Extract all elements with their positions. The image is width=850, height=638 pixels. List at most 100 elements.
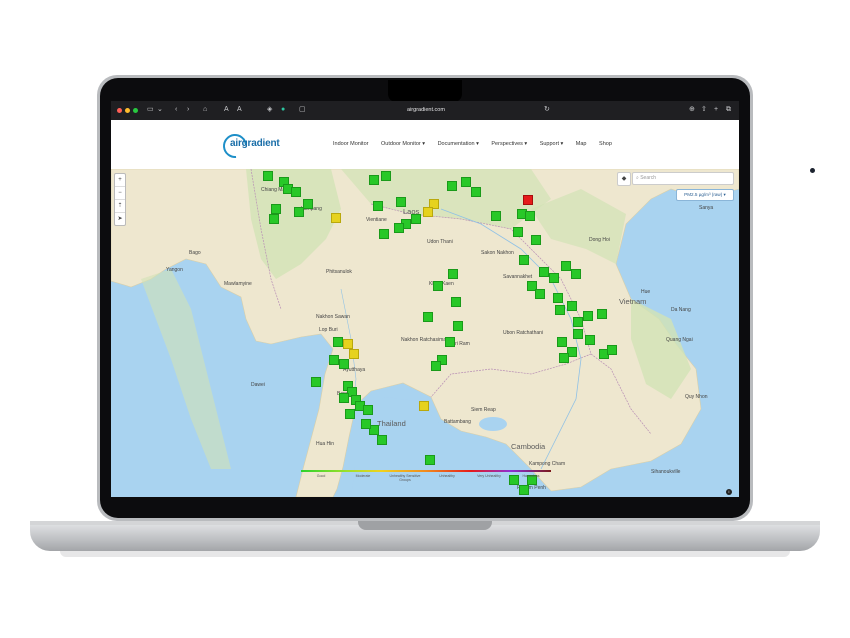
sensor-marker[interactable] <box>339 359 349 369</box>
laptop-screen: ▭ ⌄ ‹ › ⌂ A A ◈ ● ▢ airgradient.com ↻ ⊕ … <box>111 101 739 497</box>
info-icon[interactable]: i <box>726 489 732 495</box>
sensor-marker[interactable] <box>373 201 383 211</box>
address-bar[interactable]: airgradient.com <box>351 105 501 116</box>
sensor-marker[interactable] <box>329 355 339 365</box>
sensor-marker[interactable] <box>461 177 471 187</box>
pollutant-select[interactable]: PM2.5 µg/m³ (raw) ▾ <box>676 189 734 201</box>
download-icon[interactable]: ⊕ <box>689 106 695 114</box>
share-icon[interactable]: ⇧ <box>701 106 707 114</box>
nav-shop[interactable]: Shop <box>599 141 612 147</box>
label-vientiane: Vientiane <box>366 217 387 223</box>
label-phitsanulok: Phitsanulok <box>326 269 352 275</box>
sensor-marker[interactable] <box>381 171 391 181</box>
nav-map[interactable]: Map <box>576 141 587 147</box>
sensor-marker[interactable] <box>453 321 463 331</box>
sensor-marker[interactable] <box>519 255 529 265</box>
sensor-marker[interactable] <box>573 317 583 327</box>
sensor-marker[interactable] <box>345 409 355 419</box>
sensor-marker[interactable] <box>269 214 279 224</box>
nav-support[interactable]: Support ▾ <box>540 141 564 147</box>
forward-icon[interactable]: › <box>187 106 189 114</box>
sensor-marker[interactable] <box>447 181 457 191</box>
sensor-marker[interactable] <box>567 301 577 311</box>
sensor-marker[interactable] <box>583 311 593 321</box>
chevron-down-icon[interactable]: ⌄ <box>157 106 163 114</box>
nav-documentation[interactable]: Documentation ▾ <box>438 141 479 147</box>
share-page-icon[interactable]: ▢ <box>299 106 306 114</box>
text-size-icon[interactable]: A <box>224 106 229 114</box>
sensor-marker[interactable] <box>555 305 565 315</box>
sensor-marker[interactable] <box>331 213 341 223</box>
sensor-marker[interactable] <box>571 269 581 279</box>
sidebar-icon[interactable]: ▭ <box>147 106 154 114</box>
sensor-marker[interactable] <box>553 293 563 303</box>
nav-indoor-monitor[interactable]: Indoor Monitor <box>333 141 368 147</box>
label-sakon-nakhon: Sakon Nakhon <box>481 250 514 256</box>
sensor-marker[interactable] <box>263 171 273 181</box>
sensor-marker[interactable] <box>557 337 567 347</box>
sensor-marker[interactable] <box>411 214 421 224</box>
sensor-marker[interactable] <box>523 195 533 205</box>
nav-outdoor-monitor[interactable]: Outdoor Monitor ▾ <box>381 141 425 147</box>
sensor-marker[interactable] <box>349 349 359 359</box>
legend-hazardous: Hazardous <box>522 474 540 478</box>
sensor-marker[interactable] <box>561 261 571 271</box>
sensor-marker[interactable] <box>396 197 406 207</box>
reader-icon[interactable]: A <box>237 106 242 114</box>
sensor-marker[interactable] <box>377 435 387 445</box>
close-window-icon[interactable] <box>117 108 122 113</box>
sensor-marker[interactable] <box>559 353 569 363</box>
sensor-marker[interactable] <box>448 269 458 279</box>
sensor-marker[interactable] <box>379 229 389 239</box>
back-icon[interactable]: ‹ <box>175 106 177 114</box>
maximize-window-icon[interactable] <box>133 108 138 113</box>
sensor-marker[interactable] <box>423 207 433 217</box>
sensor-marker[interactable] <box>445 337 455 347</box>
sensor-marker[interactable] <box>607 345 617 355</box>
sensor-marker[interactable] <box>423 312 433 322</box>
minimize-window-icon[interactable] <box>125 108 130 113</box>
compass-icon[interactable]: ⇡ <box>115 200 125 213</box>
sensor-marker[interactable] <box>419 401 429 411</box>
sensor-marker[interactable] <box>513 227 523 237</box>
sensor-marker[interactable] <box>271 204 281 214</box>
sensor-marker[interactable] <box>311 377 321 387</box>
layers-button[interactable]: ◆ <box>617 172 631 186</box>
sensor-marker[interactable] <box>585 335 595 345</box>
sensor-marker[interactable] <box>531 235 541 245</box>
locate-icon[interactable]: ➤ <box>115 213 125 225</box>
sensor-marker[interactable] <box>573 329 583 339</box>
zoom-in-button[interactable]: + <box>115 174 125 187</box>
vpn-icon[interactable]: ● <box>281 106 285 114</box>
air-quality-map[interactable]: Yangon Bago Mawlamyine Dawei Phitsanulok… <box>111 169 739 497</box>
extension-icon[interactable]: ◈ <box>267 106 272 114</box>
sensor-marker[interactable] <box>535 289 545 299</box>
tabs-overview-icon[interactable]: ⧉ <box>726 106 731 114</box>
sensor-marker[interactable] <box>394 223 404 233</box>
sensor-marker[interactable] <box>433 281 443 291</box>
sensor-marker[interactable] <box>451 297 461 307</box>
search-placeholder: Search <box>640 175 657 181</box>
sensor-marker[interactable] <box>361 419 371 429</box>
sensor-marker[interactable] <box>597 309 607 319</box>
sensor-marker[interactable] <box>425 455 435 465</box>
new-tab-icon[interactable]: + <box>714 106 718 114</box>
sensor-marker[interactable] <box>431 361 441 371</box>
zoom-out-button[interactable]: − <box>115 187 125 200</box>
sensor-marker[interactable] <box>303 199 313 209</box>
sensor-marker[interactable] <box>369 175 379 185</box>
sensor-marker[interactable] <box>363 405 373 415</box>
sensor-marker[interactable] <box>291 187 301 197</box>
sensor-marker[interactable] <box>339 393 349 403</box>
sensor-marker[interactable] <box>343 339 353 349</box>
nav-perspectives[interactable]: Perspectives ▾ <box>491 141 527 147</box>
sensor-marker[interactable] <box>549 273 559 283</box>
sensor-marker[interactable] <box>539 267 549 277</box>
sensor-marker[interactable] <box>333 337 343 347</box>
home-icon[interactable]: ⌂ <box>203 106 207 114</box>
sensor-marker[interactable] <box>471 187 481 197</box>
reload-icon[interactable]: ↻ <box>544 106 550 114</box>
map-search-input[interactable]: ⌕ Search <box>632 172 734 185</box>
sensor-marker[interactable] <box>491 211 501 221</box>
sensor-marker[interactable] <box>525 211 535 221</box>
